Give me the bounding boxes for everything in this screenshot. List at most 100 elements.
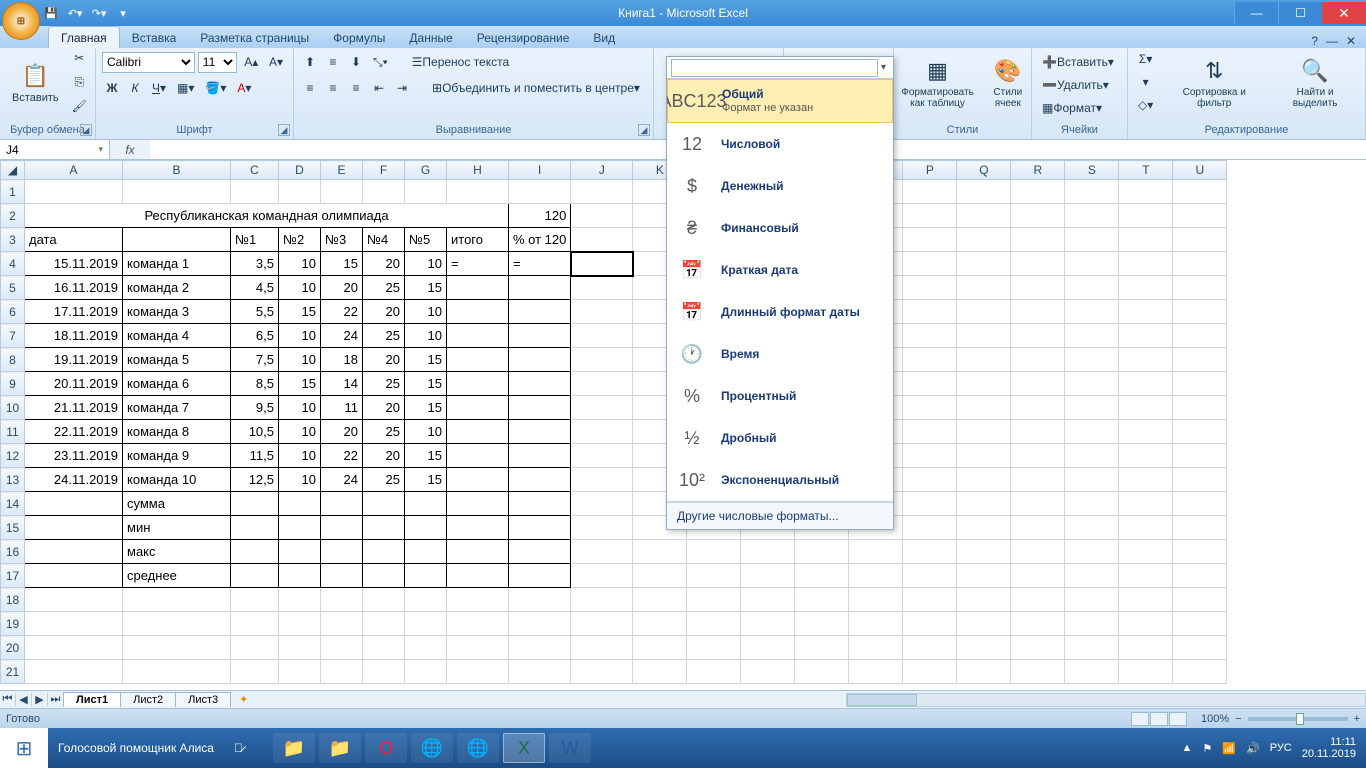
- cell-R2[interactable]: [1011, 204, 1065, 228]
- cell-F10[interactable]: 20: [363, 396, 405, 420]
- cell-Q10[interactable]: [957, 396, 1011, 420]
- cell-Q1[interactable]: [957, 180, 1011, 204]
- row-header-14[interactable]: 14: [1, 492, 25, 516]
- cell-P1[interactable]: [903, 180, 957, 204]
- cell-I10[interactable]: [509, 396, 571, 420]
- row-header-11[interactable]: 11: [1, 420, 25, 444]
- cell-J13[interactable]: [571, 468, 633, 492]
- fill-icon[interactable]: ▾: [1134, 71, 1157, 93]
- cell-J1[interactable]: [571, 180, 633, 204]
- cell-I6[interactable]: [509, 300, 571, 324]
- cell-T10[interactable]: [1119, 396, 1173, 420]
- font-dialog-icon[interactable]: ◢: [278, 124, 290, 136]
- cell-I15[interactable]: [509, 516, 571, 540]
- autosum-icon[interactable]: Σ▾: [1134, 48, 1157, 70]
- bold-button[interactable]: Ж: [102, 77, 122, 99]
- assistant-text[interactable]: Голосовой помощник Алиса: [58, 741, 214, 755]
- cell-C9[interactable]: 8,5: [231, 372, 279, 396]
- col-header-A[interactable]: A: [25, 161, 123, 180]
- cell-U5[interactable]: [1173, 276, 1227, 300]
- tray-clock[interactable]: 11:11 20.11.2019: [1302, 736, 1356, 760]
- cell-S19[interactable]: [1065, 612, 1119, 636]
- grow-font-icon[interactable]: A▴: [240, 51, 262, 73]
- cell-S10[interactable]: [1065, 396, 1119, 420]
- cell-G17[interactable]: [405, 564, 447, 588]
- cell-P19[interactable]: [903, 612, 957, 636]
- tray-lang[interactable]: РУС: [1270, 742, 1292, 754]
- cell-S15[interactable]: [1065, 516, 1119, 540]
- cell-G4[interactable]: 10: [405, 252, 447, 276]
- cell-H4[interactable]: =: [447, 252, 509, 276]
- cell-E4[interactable]: 15: [321, 252, 363, 276]
- cell-A1[interactable]: [25, 180, 123, 204]
- cell-A18[interactable]: [25, 588, 123, 612]
- row-header-3[interactable]: 3: [1, 228, 25, 252]
- cell-A10[interactable]: 21.11.2019: [25, 396, 123, 420]
- cell-K16[interactable]: [633, 540, 687, 564]
- cell-F13[interactable]: 25: [363, 468, 405, 492]
- cell-U14[interactable]: [1173, 492, 1227, 516]
- sheet-nav-first[interactable]: ⏮: [0, 693, 16, 706]
- cell-U8[interactable]: [1173, 348, 1227, 372]
- cell-B14[interactable]: сумма: [123, 492, 231, 516]
- cell-U13[interactable]: [1173, 468, 1227, 492]
- cell-B19[interactable]: [123, 612, 231, 636]
- cell-S16[interactable]: [1065, 540, 1119, 564]
- cell-J11[interactable]: [571, 420, 633, 444]
- view-layout-icon[interactable]: [1150, 712, 1168, 726]
- row-header-5[interactable]: 5: [1, 276, 25, 300]
- cell-E6[interactable]: 22: [321, 300, 363, 324]
- window-maximize[interactable]: ☐: [1278, 2, 1322, 24]
- cell-E21[interactable]: [321, 660, 363, 684]
- cell-G20[interactable]: [405, 636, 447, 660]
- cell-C4[interactable]: 3,5: [231, 252, 279, 276]
- row-header-2[interactable]: 2: [1, 204, 25, 228]
- tab-формулы[interactable]: Формулы: [321, 27, 397, 48]
- clear-icon[interactable]: ◇▾: [1134, 94, 1157, 116]
- cell-I16[interactable]: [509, 540, 571, 564]
- cell-Q4[interactable]: [957, 252, 1011, 276]
- tab-вид[interactable]: Вид: [581, 27, 627, 48]
- cell-H21[interactable]: [447, 660, 509, 684]
- cell-J8[interactable]: [571, 348, 633, 372]
- taskbar-excel-icon[interactable]: X: [503, 733, 545, 763]
- col-header-G[interactable]: G: [405, 161, 447, 180]
- cell-C7[interactable]: 6,5: [231, 324, 279, 348]
- cell-T3[interactable]: [1119, 228, 1173, 252]
- cell-J5[interactable]: [571, 276, 633, 300]
- cell-E1[interactable]: [321, 180, 363, 204]
- cell-Q9[interactable]: [957, 372, 1011, 396]
- cell-C21[interactable]: [231, 660, 279, 684]
- cell-S4[interactable]: [1065, 252, 1119, 276]
- cell-T8[interactable]: [1119, 348, 1173, 372]
- cell-Q15[interactable]: [957, 516, 1011, 540]
- cell-J9[interactable]: [571, 372, 633, 396]
- cell-T5[interactable]: [1119, 276, 1173, 300]
- cell-B3[interactable]: [123, 228, 231, 252]
- cell-I13[interactable]: [509, 468, 571, 492]
- cell-B11[interactable]: команда 8: [123, 420, 231, 444]
- cell-P20[interactable]: [903, 636, 957, 660]
- cell-A16[interactable]: [25, 540, 123, 564]
- cell-P17[interactable]: [903, 564, 957, 588]
- row-header-20[interactable]: 20: [1, 636, 25, 660]
- row-header-6[interactable]: 6: [1, 300, 25, 324]
- cell-B4[interactable]: команда 1: [123, 252, 231, 276]
- cell-U6[interactable]: [1173, 300, 1227, 324]
- tab-данные[interactable]: Данные: [397, 27, 464, 48]
- cell-M20[interactable]: [741, 636, 795, 660]
- cell-E19[interactable]: [321, 612, 363, 636]
- window-close[interactable]: ✕: [1322, 2, 1366, 24]
- cell-R21[interactable]: [1011, 660, 1065, 684]
- cell-O18[interactable]: [849, 588, 903, 612]
- cell-F20[interactable]: [363, 636, 405, 660]
- cell-H1[interactable]: [447, 180, 509, 204]
- cell-C11[interactable]: 10,5: [231, 420, 279, 444]
- col-header-P[interactable]: P: [903, 161, 957, 180]
- cell-C1[interactable]: [231, 180, 279, 204]
- indent-increase-icon[interactable]: ⇥: [392, 77, 412, 99]
- align-top-icon[interactable]: ⬆: [300, 51, 320, 73]
- cell-Q19[interactable]: [957, 612, 1011, 636]
- cell-R5[interactable]: [1011, 276, 1065, 300]
- cell-R20[interactable]: [1011, 636, 1065, 660]
